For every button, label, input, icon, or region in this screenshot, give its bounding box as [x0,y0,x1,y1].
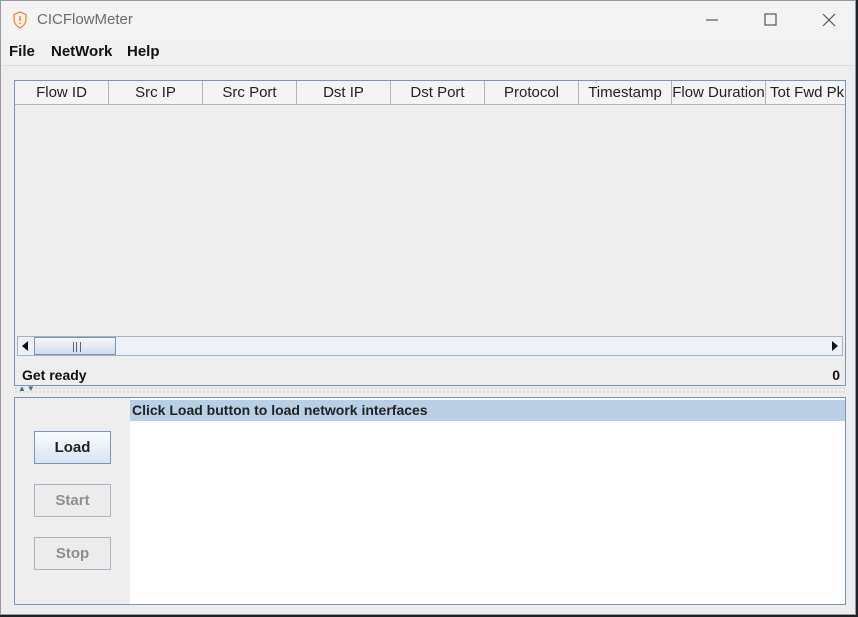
load-button[interactable]: Load [34,431,111,464]
column-header-dst-ip[interactable]: Dst IP [297,81,391,105]
close-button[interactable] [806,5,852,35]
close-icon [822,13,836,27]
window-title: CICFlowMeter [37,11,133,28]
column-header-src-ip[interactable]: Src IP [109,81,203,105]
column-header-flow-duration[interactable]: Flow Duration [672,81,766,105]
scroll-right-arrow-icon[interactable] [826,337,842,355]
flow-table-panel: Flow ID Src IP Src Port Dst IP Dst Port … [14,80,846,386]
menu-bar: File NetWork Help [1,39,855,66]
flow-count: 0 [832,367,840,383]
stop-button: Stop [34,537,111,570]
menu-network[interactable]: NetWork [51,43,112,60]
maximize-button[interactable] [747,5,793,35]
scrollbar-thumb[interactable] [34,337,116,355]
maximize-icon [764,13,777,26]
flow-table-header: Flow ID Src IP Src Port Dst IP Dst Port … [15,81,845,106]
column-header-protocol[interactable]: Protocol [485,81,579,105]
start-button: Start [34,484,111,517]
horizontal-scrollbar[interactable] [17,336,843,356]
menu-file[interactable]: File [9,43,35,60]
status-message: Get ready [22,367,87,383]
column-header-tot-fwd-pk[interactable]: Tot Fwd Pk [766,81,845,105]
flow-table-body[interactable] [15,106,845,334]
column-header-dst-port[interactable]: Dst Port [391,81,485,105]
capture-panel: Load Start Stop Click Load button to loa… [14,397,846,605]
split-pane-divider[interactable] [14,386,846,394]
network-interface-list[interactable]: Click Load button to load network interf… [130,398,845,604]
app-shield-icon [13,11,27,29]
list-item[interactable]: Click Load button to load network interf… [130,400,845,421]
column-header-flow-id[interactable]: Flow ID [15,81,109,105]
scrollbar-grip-icon [73,342,81,352]
menu-help[interactable]: Help [127,43,160,60]
scroll-left-arrow-icon[interactable] [18,337,34,355]
title-bar[interactable]: CICFlowMeter [1,1,855,39]
minimize-icon [706,19,718,21]
column-header-timestamp[interactable]: Timestamp [579,81,672,105]
divider-expand-arrows-icon[interactable]: ▲▼ [18,385,36,393]
column-header-src-port[interactable]: Src Port [203,81,297,105]
minimize-button[interactable] [689,5,735,35]
app-window: CICFlowMeter File NetWork Help Flow ID S… [0,0,856,615]
